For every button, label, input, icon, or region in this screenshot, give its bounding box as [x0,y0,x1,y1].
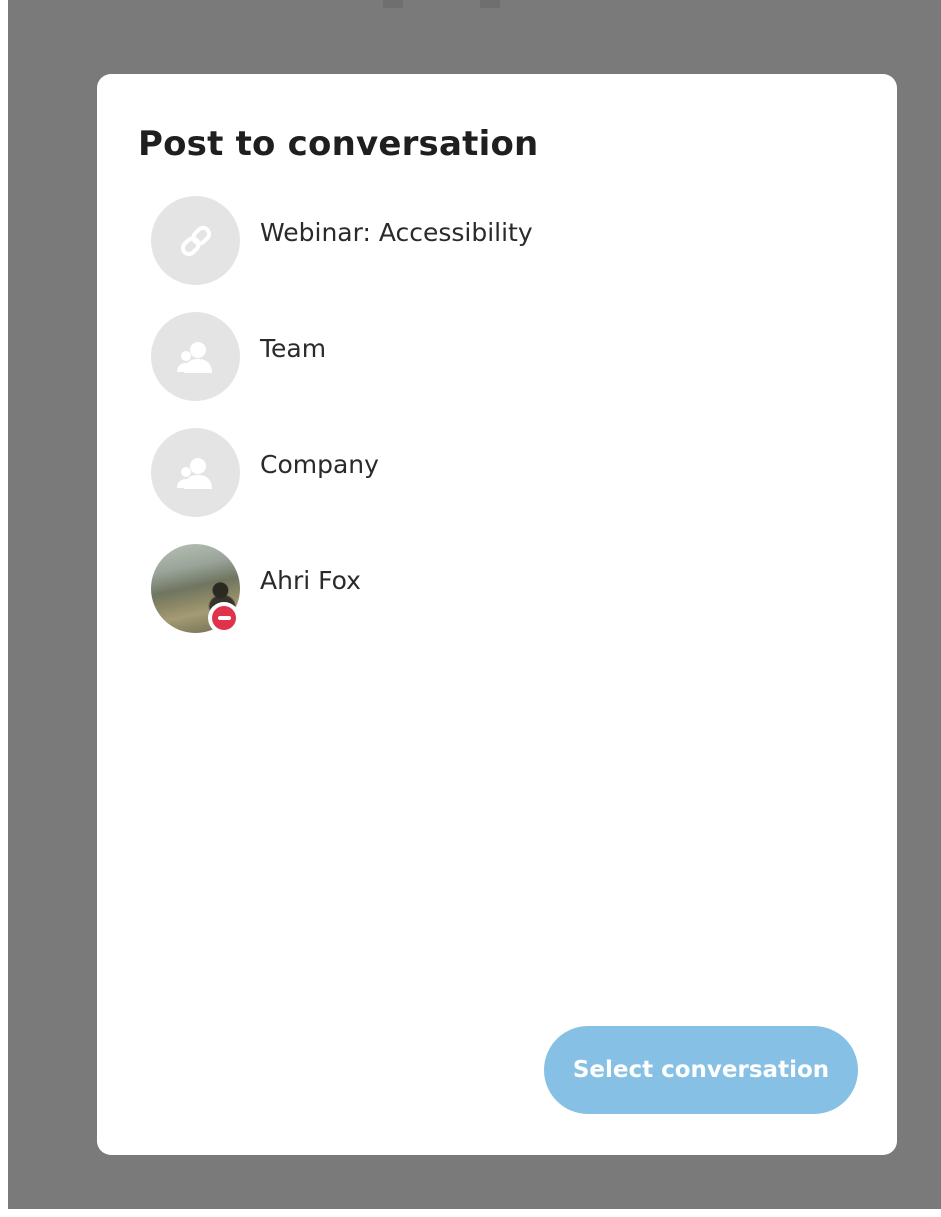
status-dot [212,606,236,630]
conversation-avatar [151,428,240,517]
conversation-item-ahri-fox[interactable]: Ahri Fox [151,544,851,660]
conversation-name: Ahri Fox [260,566,361,595]
conversation-item-webinar-accessibility[interactable]: Webinar: Accessibility [151,196,851,312]
conversation-list: Webinar: Accessibility Team Company Ahri… [151,196,851,660]
background-page-edge [8,0,941,8]
select-conversation-button[interactable]: Select conversation [544,1026,858,1114]
background-divider [383,0,403,8]
link-icon [180,225,211,256]
conversation-name: Team [260,334,327,363]
conversation-item-team[interactable]: Team [151,312,851,428]
conversation-name: Webinar: Accessibility [260,218,533,247]
group-icon [176,341,212,373]
minus-icon [217,616,231,620]
dialog-title: Post to conversation [138,124,539,164]
conversation-item-company[interactable]: Company [151,428,851,544]
conversation-name: Company [260,450,379,479]
conversation-avatar [151,312,240,401]
post-to-conversation-dialog: Post to conversation Webinar: Accessibil… [97,74,897,1155]
background-divider [480,0,500,8]
group-icon [176,457,212,489]
do-not-disturb-status-icon [208,602,240,634]
conversation-avatar [151,196,240,285]
